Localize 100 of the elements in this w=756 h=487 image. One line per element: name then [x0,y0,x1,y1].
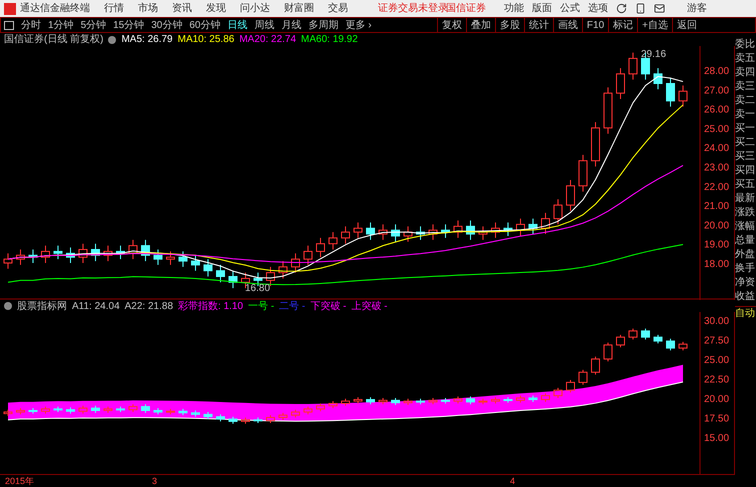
menu-item[interactable]: 资讯 [172,1,192,16]
menu-item[interactable]: 问小达 [240,1,270,16]
period-tab[interactable]: 更多 › [346,18,372,32]
chart-tool-button[interactable]: +自选 [637,18,672,32]
ma-value: MA5: 26.79 [121,33,173,47]
candlestick [616,68,625,100]
period-tab[interactable]: 30分钟 [151,18,182,32]
quote-label: 卖一 [735,108,756,122]
quote-label: 总量 [735,234,756,248]
axis-label: 30.00 [704,316,730,327]
candlestick [641,328,650,340]
date-label: 4 [510,475,516,487]
menu-item[interactable]: 财富圈 [284,1,314,16]
quote-label: 涨幅 [735,220,756,234]
chart-tool-button[interactable]: 叠加 [466,18,495,32]
candlestick [266,414,275,424]
indicator-value: 上突破 - [351,300,388,314]
date-label: 3 [152,475,158,487]
candlestick [41,406,50,414]
candlestick [166,250,175,266]
candlestick [516,218,525,236]
period-tab[interactable]: 多周期 [308,18,338,32]
candlestick [516,395,525,404]
candlestick [66,247,75,264]
axis-label: 22.00 [704,182,730,193]
low-price-label: 16.80 [245,282,270,294]
candlestick [504,222,512,236]
candlestick [454,220,462,238]
user-name[interactable]: 游客 [687,1,707,16]
axis-label: 27.00 [704,85,730,96]
quote-label: 外盘 [735,248,756,262]
menu-item[interactable]: 公式 [560,1,580,16]
candlestick [354,222,362,238]
period-tab[interactable]: 1分钟 [48,18,74,32]
candlestick [16,249,25,266]
login-notice[interactable]: 证券交易未登录 [378,1,448,16]
quote-label: 涨跌 [735,206,756,220]
auto-label[interactable]: 自动 [735,306,756,321]
period-tab[interactable]: 月线 [282,18,302,32]
quote-label: 买五 [735,178,756,192]
quote-label: 买一 [735,122,756,136]
chart-tool-button[interactable]: 返回 [672,18,701,32]
candlestick [304,406,312,415]
chart-tool-button[interactable]: 画线 [552,18,582,32]
mail-icon[interactable] [654,3,665,14]
menu-item[interactable]: 选项 [588,1,608,16]
indicator-value: A22: 21.88 [124,300,174,314]
candlestick [78,243,88,264]
candlestick [478,226,488,240]
settings-icon[interactable] [4,302,12,310]
panel-toggle-icon[interactable] [4,20,14,30]
axis-label: 21.00 [704,201,730,212]
menu-item[interactable]: 发现 [206,1,226,16]
candlestick [291,252,300,274]
candlestick [541,212,550,235]
menu-item[interactable]: 功能 [504,1,524,16]
ma-value: MA60: 19.92 [301,33,358,47]
candlestick [316,237,325,258]
period-tab[interactable]: 周线 [254,18,274,32]
indicator-value: 一号 - [248,300,274,314]
chart-tool-button[interactable]: 多股 [494,18,524,32]
candlestick [166,408,175,415]
broker-name[interactable]: 国信证券 [446,1,486,16]
settings-icon[interactable] [108,36,116,44]
refresh-icon[interactable] [616,3,627,14]
candlestick [116,245,125,260]
candlestick [4,409,12,416]
period-tab[interactable]: 60分钟 [189,18,220,32]
candlestick [428,398,438,405]
quote-label: 买二 [735,136,756,150]
axis-label: 25.00 [704,355,730,366]
period-tab[interactable]: 日线 [228,18,248,32]
period-tab[interactable]: 5分钟 [80,18,106,32]
candlestick [666,338,675,351]
menu-item[interactable]: 市场 [138,1,158,16]
phone-icon[interactable] [635,3,646,14]
app-title: 通达信金融终端 [20,2,90,16]
quote-label: 卖二 [735,94,756,108]
period-tab[interactable]: 15分钟 [113,18,144,32]
chart-tool-button[interactable]: 统计 [524,18,553,32]
indicator-value: 下突破 - [310,300,346,314]
candlestick [41,245,50,264]
chart-tool-button[interactable]: 复权 [436,18,466,32]
menu-item[interactable]: 版面 [532,1,552,16]
candlestick [528,218,538,235]
period-tab[interactable]: 分时 [21,18,41,32]
axis-label: 20.00 [704,220,730,232]
candlestick [278,412,288,420]
quote-label: 卖三 [735,80,756,94]
menu-item[interactable]: 交易 [328,1,348,16]
candlestick [491,396,500,404]
candlestick [104,406,112,414]
candlestick [616,334,625,348]
chart-tool-button[interactable]: 标记 [608,18,638,32]
app-logo-icon [4,2,16,14]
chart-tool-button[interactable]: F10 [582,18,608,32]
quote-label: 买三 [735,150,756,164]
menu-item[interactable]: 行情 [104,1,124,16]
candlestick [391,224,400,242]
axis-label: 19.00 [704,240,730,251]
